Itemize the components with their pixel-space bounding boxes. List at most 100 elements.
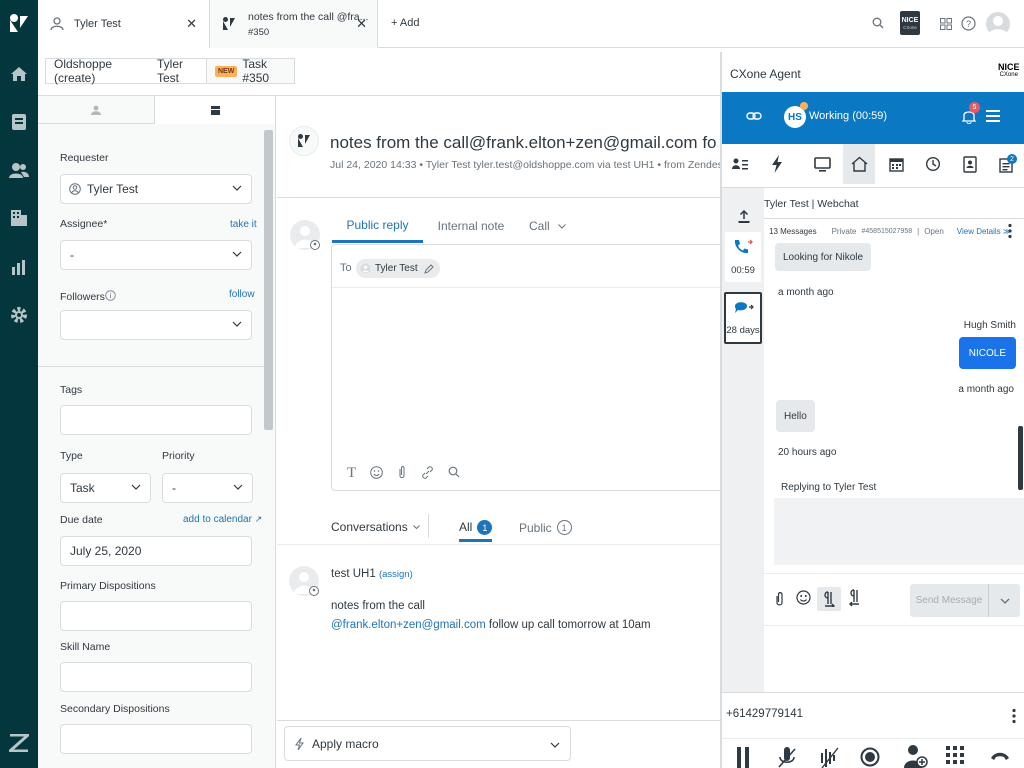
take-it-link[interactable]: take it: [230, 219, 257, 230]
chat-compose-toolbar: Send Message: [764, 573, 1024, 625]
requester-field[interactable]: Tyler Test: [60, 174, 252, 204]
primary-dispositions-field[interactable]: [60, 601, 252, 631]
ticket-info-tab[interactable]: [155, 96, 275, 124]
divider: [277, 720, 720, 721]
paragraph-rtl-icon[interactable]: [849, 589, 861, 607]
more-vertical-icon[interactable]: [1008, 223, 1012, 239]
chat-transcript: Looking for Nikole a month ago Hugh Smit…: [764, 243, 1024, 573]
attachment-icon[interactable]: [774, 591, 785, 607]
history-icon[interactable]: [918, 144, 948, 184]
user-info-tab[interactable]: [38, 96, 155, 124]
tags-field[interactable]: [60, 405, 252, 435]
filter-public[interactable]: Public 1: [519, 520, 572, 535]
reply-input[interactable]: [774, 498, 1024, 565]
scrollbar[interactable]: [264, 130, 273, 430]
emoji-icon[interactable]: [796, 590, 811, 605]
record-icon[interactable]: [860, 747, 880, 767]
chat-input-area[interactable]: [764, 625, 1024, 692]
link-chain-icon[interactable]: [746, 110, 762, 122]
attachment-icon[interactable]: [397, 465, 407, 480]
active-chat-contact[interactable]: 28 days: [724, 292, 762, 344]
home-icon[interactable]: [843, 144, 875, 184]
close-tab-icon[interactable]: ✕: [186, 16, 197, 32]
dialpad-icon[interactable]: [946, 746, 964, 764]
priority-select[interactable]: -: [162, 473, 253, 503]
info-icon[interactable]: [105, 290, 116, 301]
comment-email-link[interactable]: @frank.elton+zen@gmail.com: [331, 619, 486, 631]
text-format-icon[interactable]: T: [347, 465, 356, 482]
home-icon[interactable]: [7, 62, 31, 86]
lightning-icon[interactable]: [762, 144, 792, 184]
zendesk-z-icon[interactable]: [7, 731, 31, 755]
nice-logo-text: NICE: [998, 62, 1020, 72]
upload-icon[interactable]: [738, 210, 750, 224]
assignee-field[interactable]: -: [60, 240, 252, 270]
zendesk-logo-icon[interactable]: [7, 12, 31, 36]
monitor-icon[interactable]: [807, 144, 837, 184]
assign-link[interactable]: (assign): [379, 569, 413, 580]
tab-ticket[interactable]: notes from the call @fra... #350 ✕: [210, 0, 378, 48]
comment-author[interactable]: test UH1: [331, 568, 376, 580]
help-icon[interactable]: ?: [961, 16, 976, 31]
followers-field[interactable]: [60, 310, 252, 340]
add-to-calendar-link[interactable]: add to calendar ↗: [183, 514, 262, 525]
conversations-filter[interactable]: Conversations: [331, 520, 420, 534]
breadcrumb-organization[interactable]: Oldshoppe (create): [45, 57, 150, 85]
nice-app-button[interactable]: NICE CXone: [900, 11, 920, 35]
filter-all[interactable]: All 1: [459, 516, 493, 542]
link-icon[interactable]: [421, 466, 434, 479]
view-details-link[interactable]: View Details ≫: [957, 227, 1011, 236]
message-time: a month ago: [958, 384, 1014, 395]
organizations-icon[interactable]: [7, 206, 31, 230]
menu-icon[interactable]: [986, 110, 1000, 122]
assignee-value: -: [70, 248, 74, 262]
send-message-button[interactable]: Send Message: [910, 584, 1020, 617]
breadcrumb-user[interactable]: Tyler Test: [149, 57, 207, 85]
chevron-down-icon[interactable]: [989, 598, 1020, 604]
agent-status[interactable]: Working (00:59): [809, 110, 887, 122]
breadcrumb-ticket[interactable]: NEW Task #350: [207, 57, 295, 85]
due-date-field[interactable]: July 25, 2020: [60, 536, 252, 566]
secondary-dispositions-field[interactable]: [60, 724, 252, 754]
emoji-icon[interactable]: [370, 466, 383, 479]
divider: [332, 287, 721, 288]
close-tab-icon[interactable]: ✕: [356, 16, 367, 32]
contacts-list-icon[interactable]: [725, 144, 755, 184]
hang-up-icon[interactable]: [990, 751, 1010, 761]
ticket-title[interactable]: notes from the call@frank.elton+zen@gmai…: [330, 133, 717, 153]
pause-icon[interactable]: [736, 747, 750, 768]
separator: |: [917, 227, 920, 236]
customers-icon[interactable]: [7, 158, 31, 182]
more-vertical-icon[interactable]: [1012, 708, 1016, 724]
calendar-icon[interactable]: [881, 144, 911, 184]
tab-internal-note[interactable]: Internal note: [433, 209, 509, 243]
tab-user[interactable]: Tyler Test ✕: [38, 0, 210, 48]
primary-dispositions-label: Primary Dispositions: [60, 580, 156, 592]
active-call-contact[interactable]: 00:59: [725, 232, 761, 282]
recipient-chip[interactable]: Tyler Test: [356, 259, 440, 278]
search-icon[interactable]: [448, 466, 460, 478]
follow-link[interactable]: follow: [229, 289, 255, 300]
paragraph-ltr-icon[interactable]: [817, 587, 841, 611]
pencil-icon[interactable]: [423, 263, 434, 274]
add-participant-icon[interactable]: [904, 744, 928, 768]
skill-name-field[interactable]: [60, 662, 252, 692]
views-icon[interactable]: [7, 110, 31, 134]
profile-avatar[interactable]: [986, 12, 1010, 36]
apply-macro-button[interactable]: Apply macro: [284, 726, 571, 761]
reply-editor[interactable]: To Tyler Test T: [331, 244, 721, 491]
address-book-icon[interactable]: [955, 144, 985, 184]
tab-public-reply[interactable]: Public reply: [332, 209, 423, 243]
apps-grid-icon[interactable]: [940, 18, 952, 30]
comment-text: follow up call tomorrow at 10am: [485, 619, 651, 631]
search-icon[interactable]: [872, 17, 884, 29]
mute-icon[interactable]: [778, 747, 796, 768]
add-tab-button[interactable]: + Add: [391, 17, 419, 29]
settings-gear-icon[interactable]: [7, 303, 31, 327]
queue-icon[interactable]: [992, 144, 1022, 184]
record-wave-icon[interactable]: [820, 747, 840, 768]
type-select[interactable]: Task: [60, 473, 151, 503]
reporting-icon[interactable]: [7, 255, 31, 279]
scrollbar[interactable]: [1018, 426, 1023, 490]
tab-call[interactable]: Call: [529, 209, 573, 243]
